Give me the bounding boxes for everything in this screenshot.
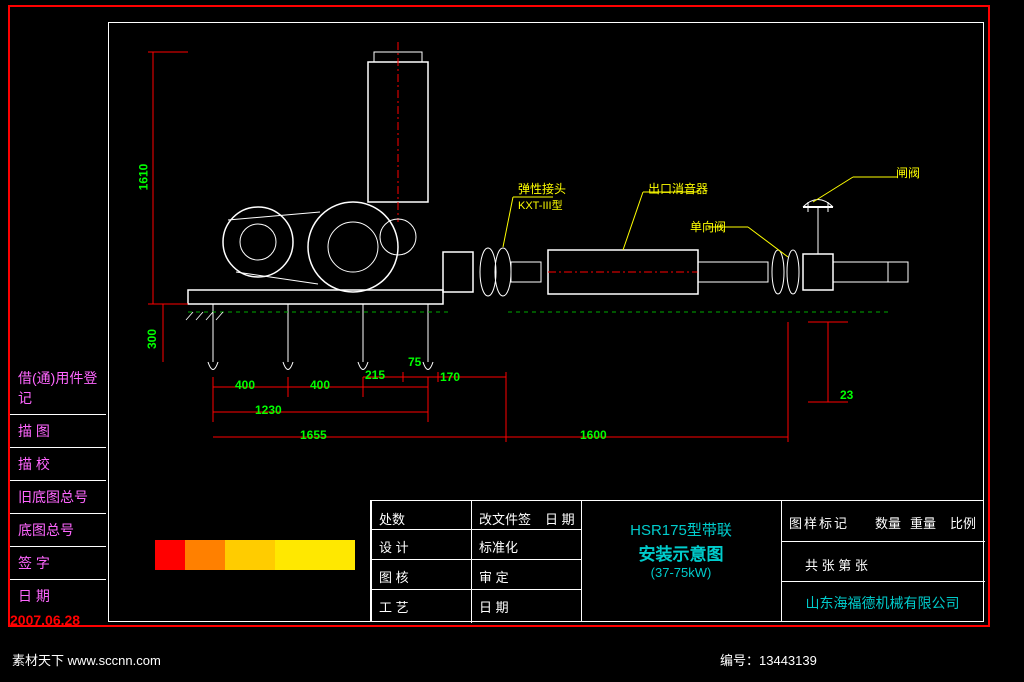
dim-300: 300: [145, 329, 159, 349]
tb-r5: 共 张 第 张: [801, 553, 872, 576]
side-oldnum: 旧底图总号: [10, 481, 106, 514]
side-sign: 签 字: [10, 547, 106, 580]
tb-l4: 工 艺: [375, 595, 413, 618]
side-panel: 借(通)用件登记 描 图 描 校 旧底图总号 底图总号 签 字 日 期: [10, 362, 106, 612]
dim-400a: 400: [235, 378, 255, 392]
side-borrow: 借(通)用件登记: [10, 362, 106, 415]
title-line3: (37-75kW): [586, 565, 776, 580]
anno-gate-valve: 闸阀: [896, 164, 920, 181]
anno-coupling-label: 弹性接头: [518, 182, 566, 196]
dim-400b: 400: [310, 378, 330, 392]
company: 山东海福德机械有限公司: [785, 593, 980, 613]
anno-check-valve: 单向阀: [690, 218, 726, 235]
tb-m1: 改文件签: [475, 507, 535, 530]
footer-right: 编号：13443139: [720, 650, 817, 669]
dim-75: 75: [408, 355, 421, 369]
tb-l2: 设 计: [375, 535, 413, 558]
dim-1600: 1600: [580, 428, 607, 442]
tb-r2: 数量: [871, 511, 905, 534]
side-basenum: 底图总号: [10, 514, 106, 547]
dim-1610: 1610: [136, 164, 150, 191]
anno-silencer: 出口消音器: [648, 180, 708, 197]
footer-left: 素材天下 www.sccnn.com: [12, 650, 161, 669]
anno-coupling-sub: KXT-III型: [518, 200, 563, 212]
side-trace: 描 图: [10, 415, 106, 448]
print-date: 2007.06.28: [10, 612, 80, 628]
title-block: 处数 改文件签 日 期 设 计 标准化 图 核 审 定 工 艺 日 期 HSR1…: [370, 500, 984, 622]
tb-r4: 比例: [946, 511, 980, 534]
color-bars: [155, 540, 355, 570]
tb-m2: 标准化: [475, 535, 522, 558]
title-line1: HSR175型带联: [586, 519, 776, 540]
dim-170: 170: [440, 370, 460, 384]
anno-coupling: 弹性接头 KXT-III型: [518, 180, 566, 213]
tb-l1: 处数: [375, 507, 409, 530]
title-line2: 安装示意图: [586, 540, 776, 565]
dim-23: 23: [840, 388, 853, 402]
tb-l3: 图 核: [375, 565, 413, 588]
dim-215: 215: [365, 368, 385, 382]
drawing-title: HSR175型带联 安装示意图 (37-75kW): [586, 519, 776, 580]
tb-m4: 日 期: [475, 595, 513, 618]
dim-1230: 1230: [255, 403, 282, 417]
tb-r1: 图样标记: [785, 511, 853, 534]
tb-r3: 重量: [906, 511, 940, 534]
tb-m0: 日 期: [541, 507, 579, 530]
dim-1655: 1655: [300, 428, 327, 442]
side-date: 日 期: [10, 580, 106, 612]
tb-m3: 审 定: [475, 565, 513, 588]
side-tracecheck: 描 校: [10, 448, 106, 481]
